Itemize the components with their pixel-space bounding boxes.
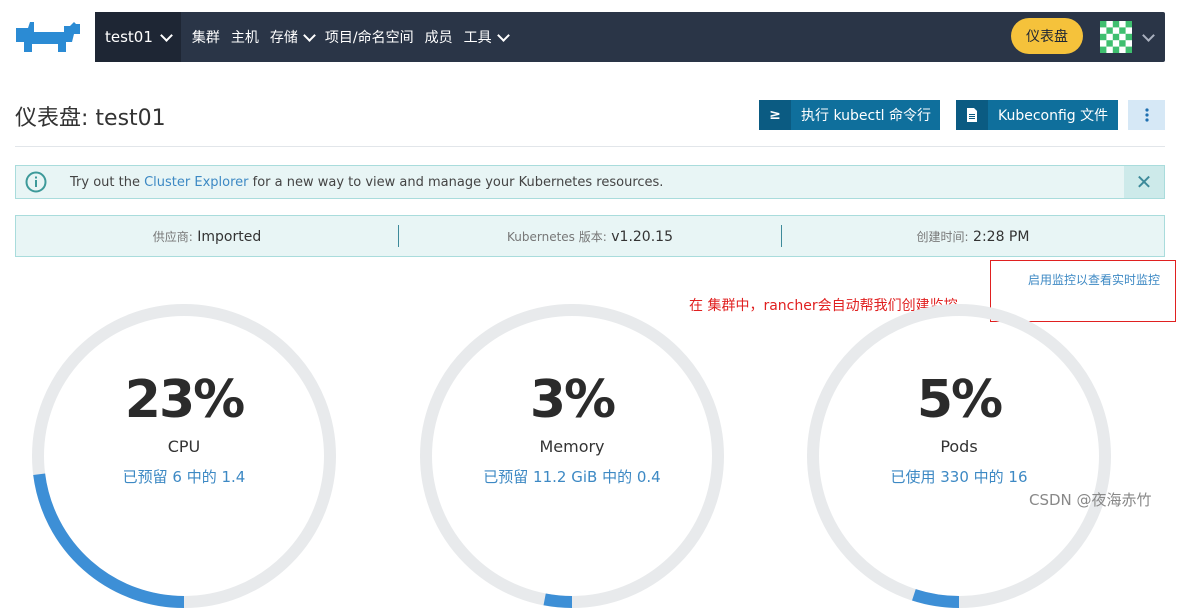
nav-item-storage[interactable]: 存储	[269, 27, 316, 47]
rancher-logo-icon[interactable]	[14, 20, 84, 54]
cluster-info-strip: 供应商: Imported Kubernetes 版本: v1.20.15 创建…	[15, 215, 1165, 257]
cluster-selector[interactable]: test01	[95, 12, 181, 62]
gauge-subtitle: 已使用 330 中的 16	[890, 468, 1028, 486]
cluster-name: test01	[105, 28, 153, 46]
nav-item-cluster[interactable]: 集群	[192, 27, 220, 47]
gauge-fill	[33, 473, 185, 608]
gauge-fill	[543, 593, 573, 608]
kubeconfig-button[interactable]: Kubeconfig 文件	[956, 100, 1118, 130]
gauge-ring	[420, 304, 724, 608]
nav-item-nodes[interactable]: 主机	[231, 27, 259, 47]
top-navbar: test01 集群 主机 存储 项目/命名空间 成员 工具 仪表盘	[95, 12, 1165, 62]
provider-info: 供应商: Imported	[16, 228, 398, 245]
nav-label: 存储	[269, 30, 298, 46]
chevron-down-icon	[303, 28, 316, 42]
nav-label: 成员	[424, 30, 453, 46]
nav-item-projects[interactable]: 项目/命名空间	[325, 27, 414, 47]
version-info: Kubernetes 版本: v1.20.15	[399, 228, 781, 245]
header-divider	[15, 146, 1165, 147]
gauge-percent: 3%	[529, 370, 616, 430]
banner-suffix: for a new way to view and manage your Ku…	[248, 174, 664, 190]
nav-label: 集群	[191, 30, 220, 46]
pods-gauge: 5% Pods 已使用 330 中的 16	[803, 300, 1115, 612]
nav-item-tools[interactable]: 工具	[463, 27, 510, 47]
nav-label: 主机	[230, 30, 259, 46]
user-avatar-icon[interactable]	[1100, 21, 1132, 53]
cluster-explorer-banner: Try out the Cluster Explorer for a new w…	[15, 165, 1165, 199]
created-value: 2:28 PM	[973, 228, 1030, 245]
created-info: 创建时间: 2:28 PM	[782, 228, 1164, 245]
memory-gauge: 3% Memory 已预留 11.2 GiB 中的 0.4	[416, 300, 728, 612]
more-actions-button[interactable]	[1128, 100, 1165, 130]
gauge-subtitle: 已预留 6 中的 1.4	[122, 468, 246, 486]
gauge-percent: 23%	[124, 370, 245, 430]
more-vertical-icon	[1144, 108, 1149, 122]
nav-label: 项目/命名空间	[324, 30, 414, 46]
watermark: CSDN @夜海赤竹	[1029, 491, 1152, 509]
info-icon	[16, 166, 56, 198]
provider-label: 供应商:	[152, 229, 193, 244]
provider-value: Imported	[197, 228, 262, 245]
gauge-label: CPU	[167, 437, 201, 456]
gauge-label: Memory	[539, 437, 605, 456]
banner-text: Try out the Cluster Explorer for a new w…	[70, 175, 663, 190]
chevron-down-icon	[496, 28, 510, 42]
chevron-down-icon	[160, 28, 173, 42]
file-icon	[956, 100, 988, 130]
kubectl-button-label: 执行 kubectl 命令行	[801, 108, 932, 124]
version-value: v1.20.15	[611, 228, 673, 245]
gauge-fill	[912, 589, 960, 608]
nav-label: 工具	[463, 30, 492, 46]
version-label: Kubernetes 版本:	[507, 229, 607, 244]
banner-prefix: Try out the	[70, 174, 145, 190]
gauge-percent: 5%	[916, 370, 1003, 430]
nav-item-members[interactable]: 成员	[425, 27, 453, 47]
cluster-explorer-link[interactable]: Cluster Explorer	[144, 175, 248, 190]
dashboard-button[interactable]: 仪表盘	[1011, 18, 1083, 54]
created-label: 创建时间:	[916, 229, 969, 244]
close-icon[interactable]: ✕	[1124, 166, 1164, 198]
kubeconfig-button-label: Kubeconfig 文件	[998, 108, 1109, 124]
gauge-ring	[807, 304, 1111, 608]
cpu-gauge: 23% CPU 已预留 6 中的 1.4	[28, 300, 340, 612]
gauge-subtitle: 已预留 11.2 GiB 中的 0.4	[483, 468, 661, 486]
page-title: 仪表盘: test01	[15, 106, 166, 131]
gauge-ring	[32, 304, 336, 608]
terminal-icon: ≥	[759, 100, 791, 130]
gauge-label: Pods	[940, 437, 978, 456]
user-menu-chevron-icon[interactable]	[1142, 29, 1155, 42]
kubectl-shell-button[interactable]: ≥ 执行 kubectl 命令行	[759, 100, 940, 130]
